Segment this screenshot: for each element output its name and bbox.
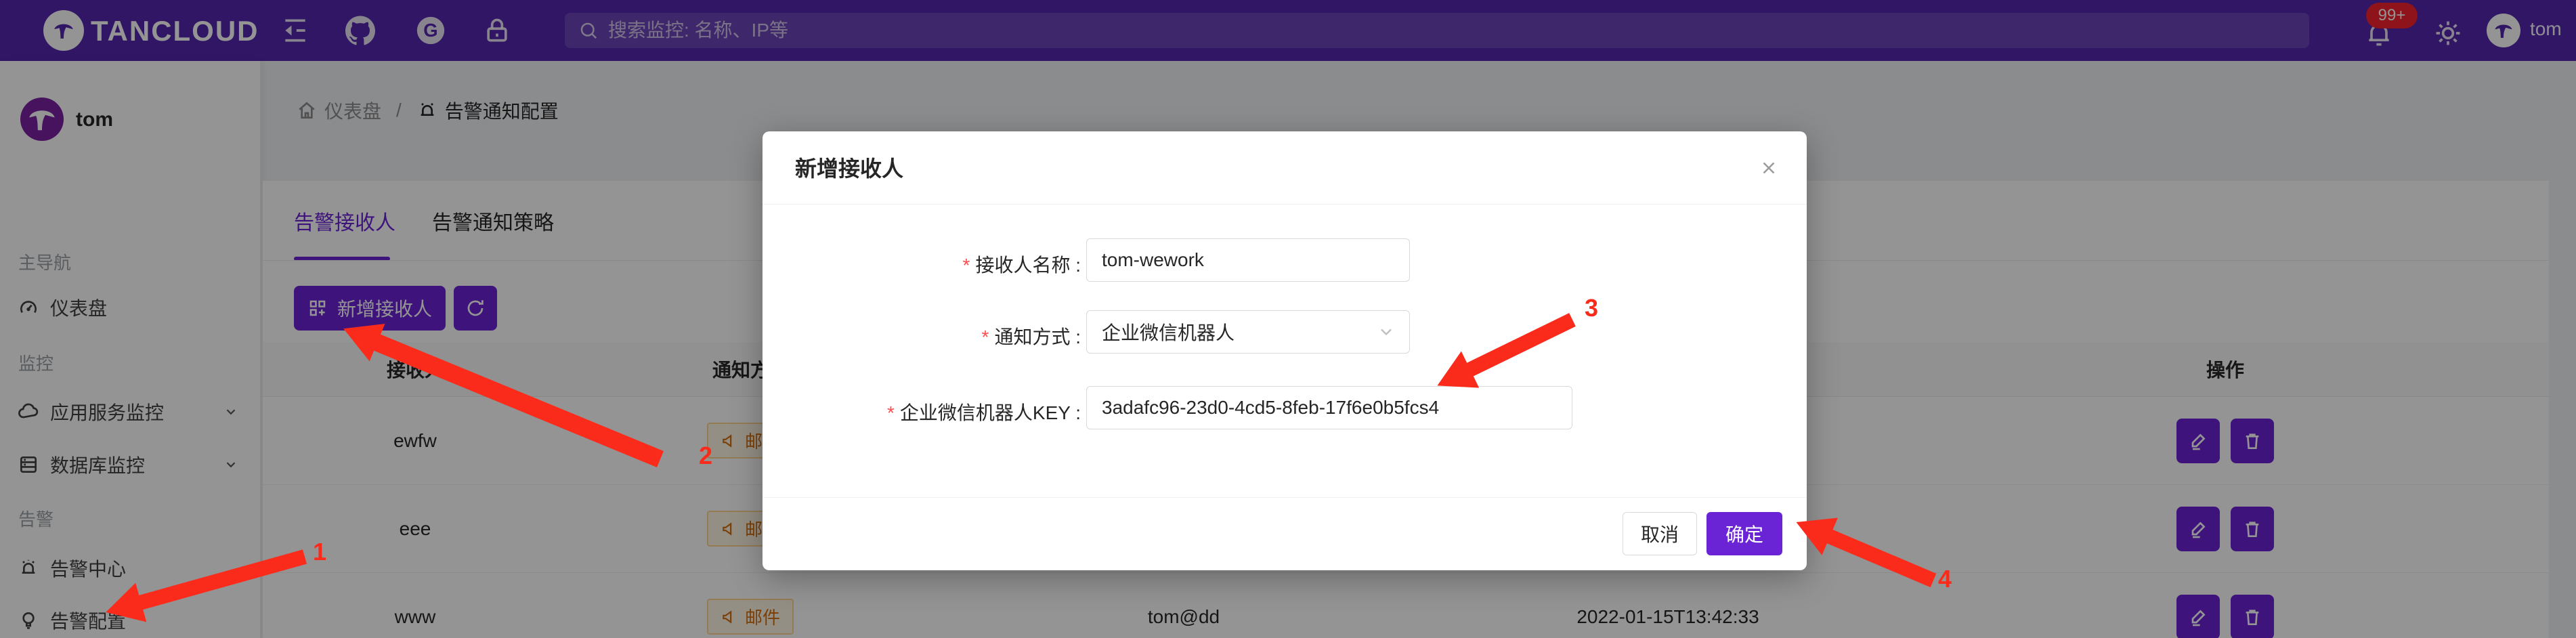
notice-method-select[interactable]: 企业微信机器人: [1086, 310, 1410, 354]
receiver-name-input[interactable]: [1086, 238, 1410, 282]
field-label-receiver-name: *接收人名称 :: [702, 251, 1081, 278]
annotation-number-1: 1: [313, 538, 326, 566]
modal-header: 新增接收人: [763, 131, 1807, 205]
add-receiver-modal: 新增接收人 *接收人名称 : *通知方式 : 企业微信机器人 *企业微信机器人K…: [763, 131, 1807, 570]
wework-key-input[interactable]: [1086, 386, 1572, 429]
annotation-number-2: 2: [699, 442, 712, 470]
cancel-button[interactable]: 取消: [1623, 512, 1697, 555]
annotation-number-4: 4: [1938, 565, 1952, 593]
annotation-number-3: 3: [1585, 294, 1598, 322]
field-label-notice-method: *通知方式 :: [702, 322, 1081, 349]
modal-title: 新增接收人: [795, 152, 903, 183]
field-label-wework-key: *企业微信机器人KEY :: [702, 398, 1081, 425]
chevron-down-icon: [1377, 322, 1396, 341]
confirm-button[interactable]: 确定: [1706, 512, 1782, 555]
close-icon[interactable]: [1754, 153, 1784, 183]
modal-footer-divider: [763, 497, 1807, 498]
